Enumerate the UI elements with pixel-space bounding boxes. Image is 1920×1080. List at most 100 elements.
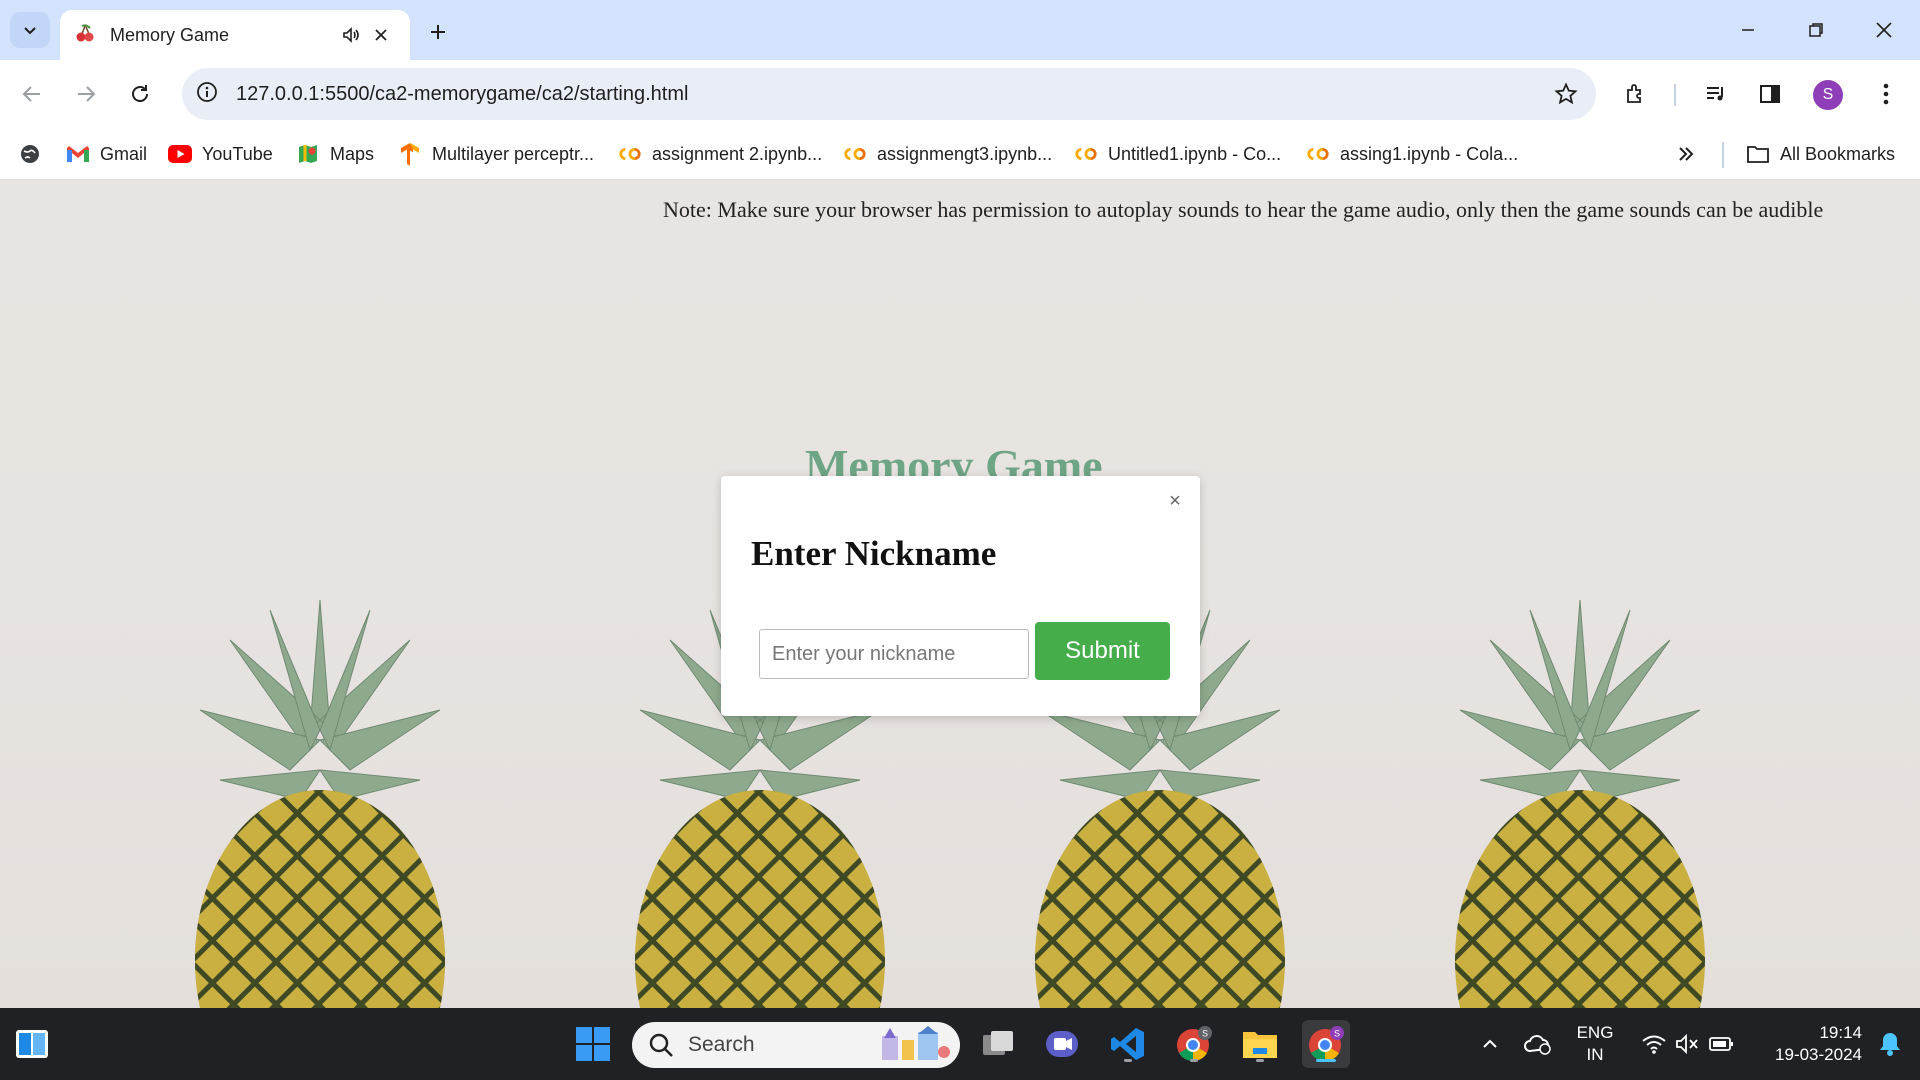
folder-icon <box>1243 1032 1277 1058</box>
notifications-button[interactable] <box>1866 1020 1914 1068</box>
windows-taskbar: Search S S ENG IN 19:14 19-03-2024 <box>0 1008 1920 1080</box>
widgets-icon <box>16 1030 48 1058</box>
globe-icon <box>18 142 42 166</box>
double-chevron-right-icon <box>1679 147 1694 161</box>
app-indicator <box>1256 1059 1264 1062</box>
close-tab-icon[interactable] <box>366 20 396 50</box>
app-indicator <box>1124 1059 1132 1062</box>
close-icon[interactable]: × <box>1164 490 1186 512</box>
language-code: ENG <box>1576 1023 1614 1042</box>
app-indicator-active <box>1316 1059 1336 1062</box>
bookmark-item[interactable]: Gmail <box>66 140 147 168</box>
taskbar-search[interactable]: Search <box>632 1022 960 1068</box>
arrow-left-icon <box>22 86 40 102</box>
browser-toolbar: 127.0.0.1:5500/ca2-memorygame/ca2/starti… <box>0 60 1920 128</box>
bookmark-label: assing1.ipynb - Cola... <box>1340 143 1519 164</box>
plus-icon <box>431 25 445 39</box>
quick-settings-button[interactable] <box>1628 1020 1748 1068</box>
menu-button[interactable] <box>1866 74 1906 114</box>
bookmark-star-icon[interactable] <box>1548 76 1584 112</box>
youtube-icon <box>168 142 192 166</box>
bell-icon <box>1880 1033 1900 1056</box>
clock[interactable]: 19:14 19-03-2024 <box>1752 1022 1862 1066</box>
more-bookmarks-button[interactable] <box>1676 140 1696 168</box>
restore-button[interactable] <box>1790 8 1842 52</box>
app-indicator <box>1190 1059 1198 1062</box>
modal-heading: Enter Nickname <box>751 534 997 573</box>
bookmark-item[interactable]: Untitled1.ipynb - Co... <box>1074 140 1281 168</box>
vscode-app[interactable] <box>1104 1020 1152 1068</box>
bookmark-label: assignmengt3.ipynb... <box>877 143 1053 164</box>
autoplay-note: Note: Make sure your browser has permiss… <box>663 197 1824 222</box>
reload-icon <box>132 85 148 102</box>
all-bookmarks-button[interactable]: All Bookmarks <box>1746 140 1895 168</box>
chrome-icon: S <box>1309 1026 1344 1062</box>
toolbar-divider <box>1674 84 1676 106</box>
bookmark-item[interactable]: assing1.ipynb - Cola... <box>1306 140 1518 168</box>
pineapple-background-image <box>1455 599 1705 1008</box>
tab-title: Memory Game <box>110 24 230 45</box>
vscode-icon <box>1111 1028 1144 1060</box>
bookmark-label: YouTube <box>202 143 273 164</box>
chrome-app-profile[interactable]: S <box>1170 1020 1218 1068</box>
bookmark-item[interactable]: YouTube <box>168 140 273 168</box>
media-control-button[interactable] <box>1696 74 1736 114</box>
bookmark-item[interactable]: assignmengt3.ipynb... <box>843 140 1052 168</box>
language-indicator[interactable]: ENG IN <box>1566 1022 1624 1066</box>
close-window-button[interactable] <box>1858 8 1910 52</box>
chevron-up-icon <box>1483 1039 1497 1048</box>
submit-button[interactable]: Submit <box>1035 622 1170 680</box>
extensions-button[interactable] <box>1616 74 1656 114</box>
url-text[interactable]: 127.0.0.1:5500/ca2-memorygame/ca2/starti… <box>236 83 688 106</box>
forward-button[interactable] <box>66 74 106 114</box>
reload-button[interactable] <box>120 74 160 114</box>
bookmark-item[interactable]: assignment 2.ipynb... <box>618 140 822 168</box>
tensorflow-icon <box>398 142 422 166</box>
chrome-icon: S <box>1177 1026 1212 1062</box>
nickname-input[interactable] <box>759 629 1029 679</box>
teams-icon <box>1046 1031 1078 1057</box>
bookmark-label: Gmail <box>100 143 148 164</box>
audio-playing-icon[interactable] <box>336 20 366 50</box>
chevron-down-icon <box>24 27 36 35</box>
bookmark-label: Maps <box>330 143 375 164</box>
teams-chat-button[interactable] <box>1038 1020 1086 1068</box>
search-label: Search <box>688 1033 755 1056</box>
all-bookmarks-label: All Bookmarks <box>1780 143 1896 164</box>
side-panel-button[interactable] <box>1750 74 1790 114</box>
file-explorer-app[interactable] <box>1236 1020 1284 1068</box>
profile-avatar[interactable]: S <box>1813 80 1843 110</box>
battery-icon <box>1709 1037 1733 1051</box>
bookmark-item[interactable]: Multilayer perceptr... <box>398 140 594 168</box>
folder-icon <box>1746 142 1770 166</box>
tab-memory-game[interactable]: Memory Game <box>60 10 410 60</box>
task-view-button[interactable] <box>974 1020 1022 1068</box>
show-hidden-icons-button[interactable] <box>1466 1020 1514 1068</box>
bookmark-item[interactable]: Maps <box>296 140 374 168</box>
back-button[interactable] <box>12 74 52 114</box>
search-icon <box>649 1033 673 1057</box>
cherry-favicon-icon <box>74 22 96 49</box>
pineapple-background-image <box>195 599 445 1008</box>
widgets-button[interactable] <box>8 1020 56 1068</box>
bookmarks-bar: Gmail YouTube Maps Multilayer perceptr..… <box>0 128 1920 180</box>
kebab-menu-icon <box>1883 83 1889 105</box>
onedrive-button[interactable] <box>1514 1020 1562 1068</box>
task-view-icon <box>983 1031 1013 1055</box>
restore-icon <box>1809 23 1823 37</box>
apps-shortcut[interactable] <box>18 140 52 168</box>
browser-tab-strip: Memory Game <box>0 0 1920 60</box>
close-icon <box>1876 22 1892 38</box>
minimize-button[interactable] <box>1722 8 1774 52</box>
page-content: Note: Make sure your browser has permiss… <box>0 180 1920 1008</box>
new-tab-button[interactable] <box>420 14 456 50</box>
site-info-icon[interactable] <box>196 81 218 108</box>
colab-icon <box>1074 142 1098 166</box>
address-bar[interactable]: 127.0.0.1:5500/ca2-memorygame/ca2/starti… <box>182 68 1596 120</box>
chrome-app-active[interactable]: S <box>1302 1020 1350 1068</box>
tab-search-button[interactable] <box>10 12 50 48</box>
bookmark-label: Multilayer perceptr... <box>432 143 595 164</box>
start-button[interactable] <box>569 1020 617 1068</box>
region-code: IN <box>1586 1045 1604 1064</box>
speaker-muted-icon <box>1676 1033 1698 1055</box>
